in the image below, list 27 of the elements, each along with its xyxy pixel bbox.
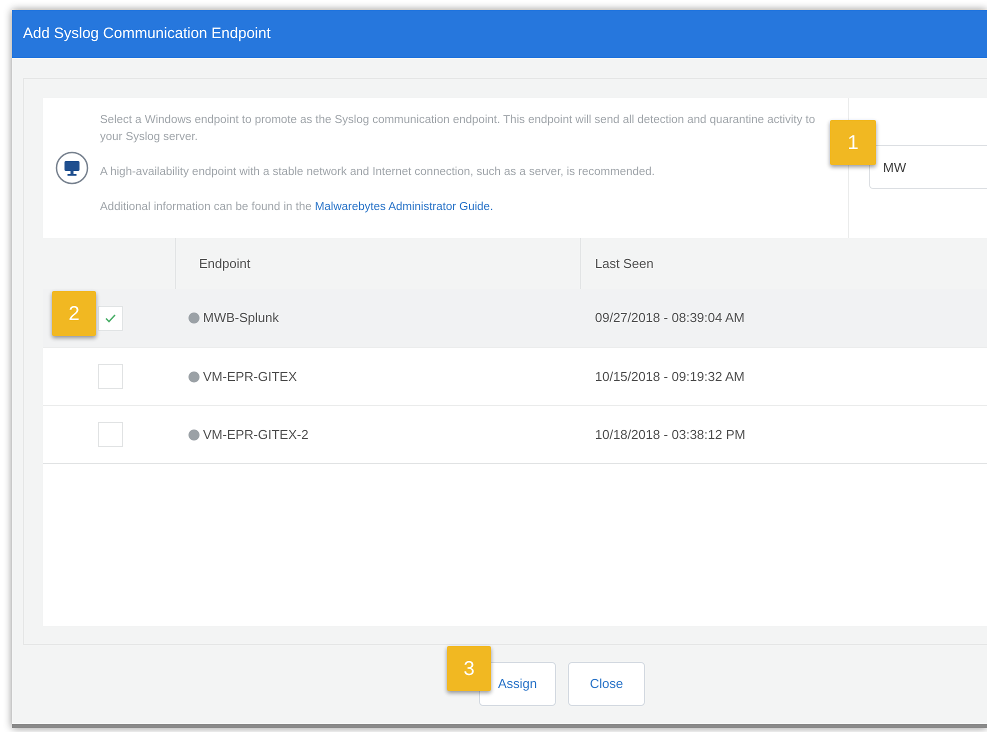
search-field[interactable]: MW: [869, 145, 987, 189]
status-dot-icon: [188, 312, 200, 324]
callout-badge: 3: [447, 646, 491, 691]
table-cell: 10/15/2018 - 09:19:32 AM: [595, 368, 745, 384]
table-cell-text: VM-EPR-GITEX: [203, 368, 297, 386]
assign-button[interactable]: Assign: [479, 662, 556, 706]
status-dot-icon: [188, 428, 200, 440]
table-cell-text: MWB-Splunk: [203, 309, 279, 328]
status-dot-icon: [188, 370, 200, 382]
checkbox[interactable]: [98, 306, 123, 330]
table-cell-text: VM-EPR-GITEX-2: [203, 426, 308, 444]
monitor-icon: [54, 151, 88, 185]
column-header: Endpoint: [199, 254, 250, 273]
info-text: A high-availability endpoint with a stable network and Internet connection, such as a server, is recommended.: [100, 165, 656, 180]
info-text: Additional information can be found in the Malwarebytes Administrator Guide.: [100, 200, 494, 215]
checkbox[interactable]: [98, 364, 123, 389]
guide-link[interactable]: Malwarebytes Administrator Guide.: [314, 201, 494, 213]
window-title: Add Syslog Communication Endpoint: [23, 24, 271, 44]
close-button[interactable]: Close: [568, 662, 645, 706]
info-text: Select a Windows endpoint to promote as the Syslog communication endpoint. This endpoint will send all detection and quarantine activity to your Syslog server.: [100, 113, 816, 145]
table-cell: 09/27/2018 - 08:39:04 AM: [595, 310, 745, 326]
callout-badge: 2: [52, 291, 96, 336]
checkmark-icon: [105, 314, 116, 322]
column-header: Last Seen: [595, 256, 654, 271]
table-cell: 10/18/2018 - 03:38:12 PM: [595, 426, 746, 442]
checkbox[interactable]: [98, 422, 123, 447]
callout-badge: 1: [830, 120, 876, 165]
